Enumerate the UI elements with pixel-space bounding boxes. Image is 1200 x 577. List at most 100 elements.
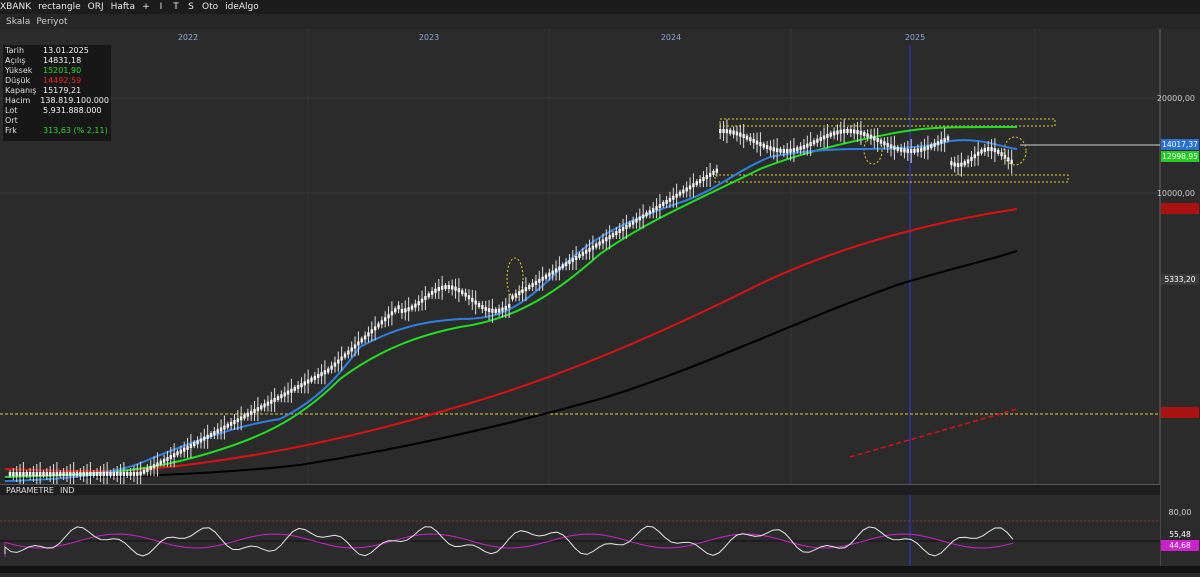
candle-body	[775, 148, 779, 153]
candle-body	[829, 132, 832, 137]
toolbar-item[interactable]: Oto	[202, 2, 218, 12]
candle-body	[678, 191, 682, 196]
toolbar-item[interactable]: Hafta	[111, 2, 135, 12]
toolbar-item[interactable]: ideAlgo	[225, 2, 259, 12]
candle-body	[437, 287, 440, 292]
candle-body	[176, 451, 179, 456]
candle-body	[407, 307, 410, 312]
candle-body	[963, 161, 966, 166]
price-tag-label: 12998,95	[1162, 152, 1198, 161]
candle-body	[745, 135, 749, 140]
candle-body	[1000, 152, 1003, 157]
candle-body	[792, 148, 796, 153]
candle-body	[896, 146, 899, 151]
candle-body	[621, 226, 625, 231]
candle-body	[853, 129, 856, 134]
candle-body	[729, 129, 732, 134]
top-toolbar: XBANK rectangle ORJ Hafta + I T S Oto ideAlgo	[0, 0, 1200, 15]
candle-body	[69, 472, 72, 476]
candle-body	[397, 305, 400, 310]
secondary-toolbar: Skala Periyot	[0, 14, 1200, 29]
toolbar-item[interactable]: rectangle	[38, 2, 81, 12]
candle-body	[759, 142, 762, 147]
candle-body	[159, 460, 162, 465]
skala-button[interactable]: Skala	[6, 17, 30, 27]
candle-body	[28, 472, 32, 476]
candle-body	[672, 195, 675, 200]
candle-body	[25, 472, 28, 476]
candle-body	[129, 472, 132, 476]
info-key: Düşük	[5, 76, 31, 85]
candle-body	[38, 472, 42, 476]
candle-body	[434, 288, 437, 293]
candle-body	[920, 147, 923, 152]
ma-red-tag-2	[1161, 407, 1199, 418]
candle-body	[1010, 159, 1013, 164]
toolbar-item[interactable]: S	[187, 2, 195, 12]
candle-body	[631, 220, 635, 225]
candle-body	[203, 436, 206, 441]
toolbar-item[interactable]: +	[142, 2, 150, 12]
candle-body	[873, 136, 876, 141]
candle-body	[35, 472, 38, 476]
toolbar-item[interactable]: T	[172, 2, 180, 12]
candle-body	[598, 241, 601, 246]
candle-body	[538, 278, 541, 283]
candle-body	[544, 274, 548, 279]
candle-body	[987, 147, 990, 152]
candle-body	[440, 285, 444, 290]
candle-body	[410, 305, 414, 310]
periyot-button[interactable]: Periyot	[36, 17, 67, 27]
candle-body	[85, 472, 89, 476]
candle-body	[662, 201, 665, 206]
info-key: Açılış	[5, 56, 26, 65]
candle-body	[79, 472, 82, 476]
candle-body	[826, 133, 829, 138]
candle-body	[601, 239, 605, 244]
ind-label[interactable]: IND	[60, 486, 75, 495]
candle-body	[933, 142, 936, 147]
toolbar-item[interactable]: ORJ	[88, 2, 104, 12]
candle-body	[126, 472, 129, 476]
candle-body	[59, 472, 62, 476]
candle-body	[447, 285, 451, 290]
candle-body	[119, 472, 122, 476]
candle-body	[420, 298, 424, 303]
candle-body	[846, 129, 849, 134]
toolbar-item[interactable]: I	[157, 2, 165, 12]
candle-body	[812, 140, 816, 145]
info-row: Yüksek 15201,90	[5, 66, 109, 76]
candle-body	[484, 306, 487, 311]
year-label: 2023	[419, 33, 439, 42]
candle-body	[940, 139, 943, 144]
candle-body	[732, 130, 735, 135]
candle-body	[675, 193, 678, 198]
candle-body	[521, 289, 524, 294]
candle-body	[658, 204, 662, 209]
info-row: Kapanış 15179,21	[5, 86, 109, 96]
toolbar-item[interactable]: XBANK	[0, 2, 31, 12]
candle-body	[695, 181, 698, 186]
candle-body	[514, 293, 518, 298]
candle-body	[504, 305, 507, 310]
info-row: Tarih 13.01.2025	[5, 46, 109, 56]
info-key: Ort	[5, 116, 18, 125]
candle-body	[424, 295, 427, 300]
candle-body	[306, 379, 310, 384]
candle-body	[377, 323, 380, 328]
candle-body	[293, 386, 296, 391]
candle-body	[149, 466, 152, 471]
info-key: Yüksek	[5, 66, 33, 75]
candle-body	[451, 285, 454, 290]
parametre-label[interactable]: PARAMETRE	[6, 486, 54, 495]
candle-body	[889, 144, 893, 149]
candle-body	[363, 335, 367, 340]
candle-body	[239, 416, 243, 421]
indicator-toolbar: PARAMETRE IND	[0, 484, 1160, 495]
candle-body	[286, 390, 290, 395]
candle-body	[595, 243, 598, 248]
candle-body	[762, 143, 765, 148]
candle-body	[608, 235, 611, 240]
candle-body	[518, 291, 521, 296]
candle-body	[578, 253, 581, 258]
